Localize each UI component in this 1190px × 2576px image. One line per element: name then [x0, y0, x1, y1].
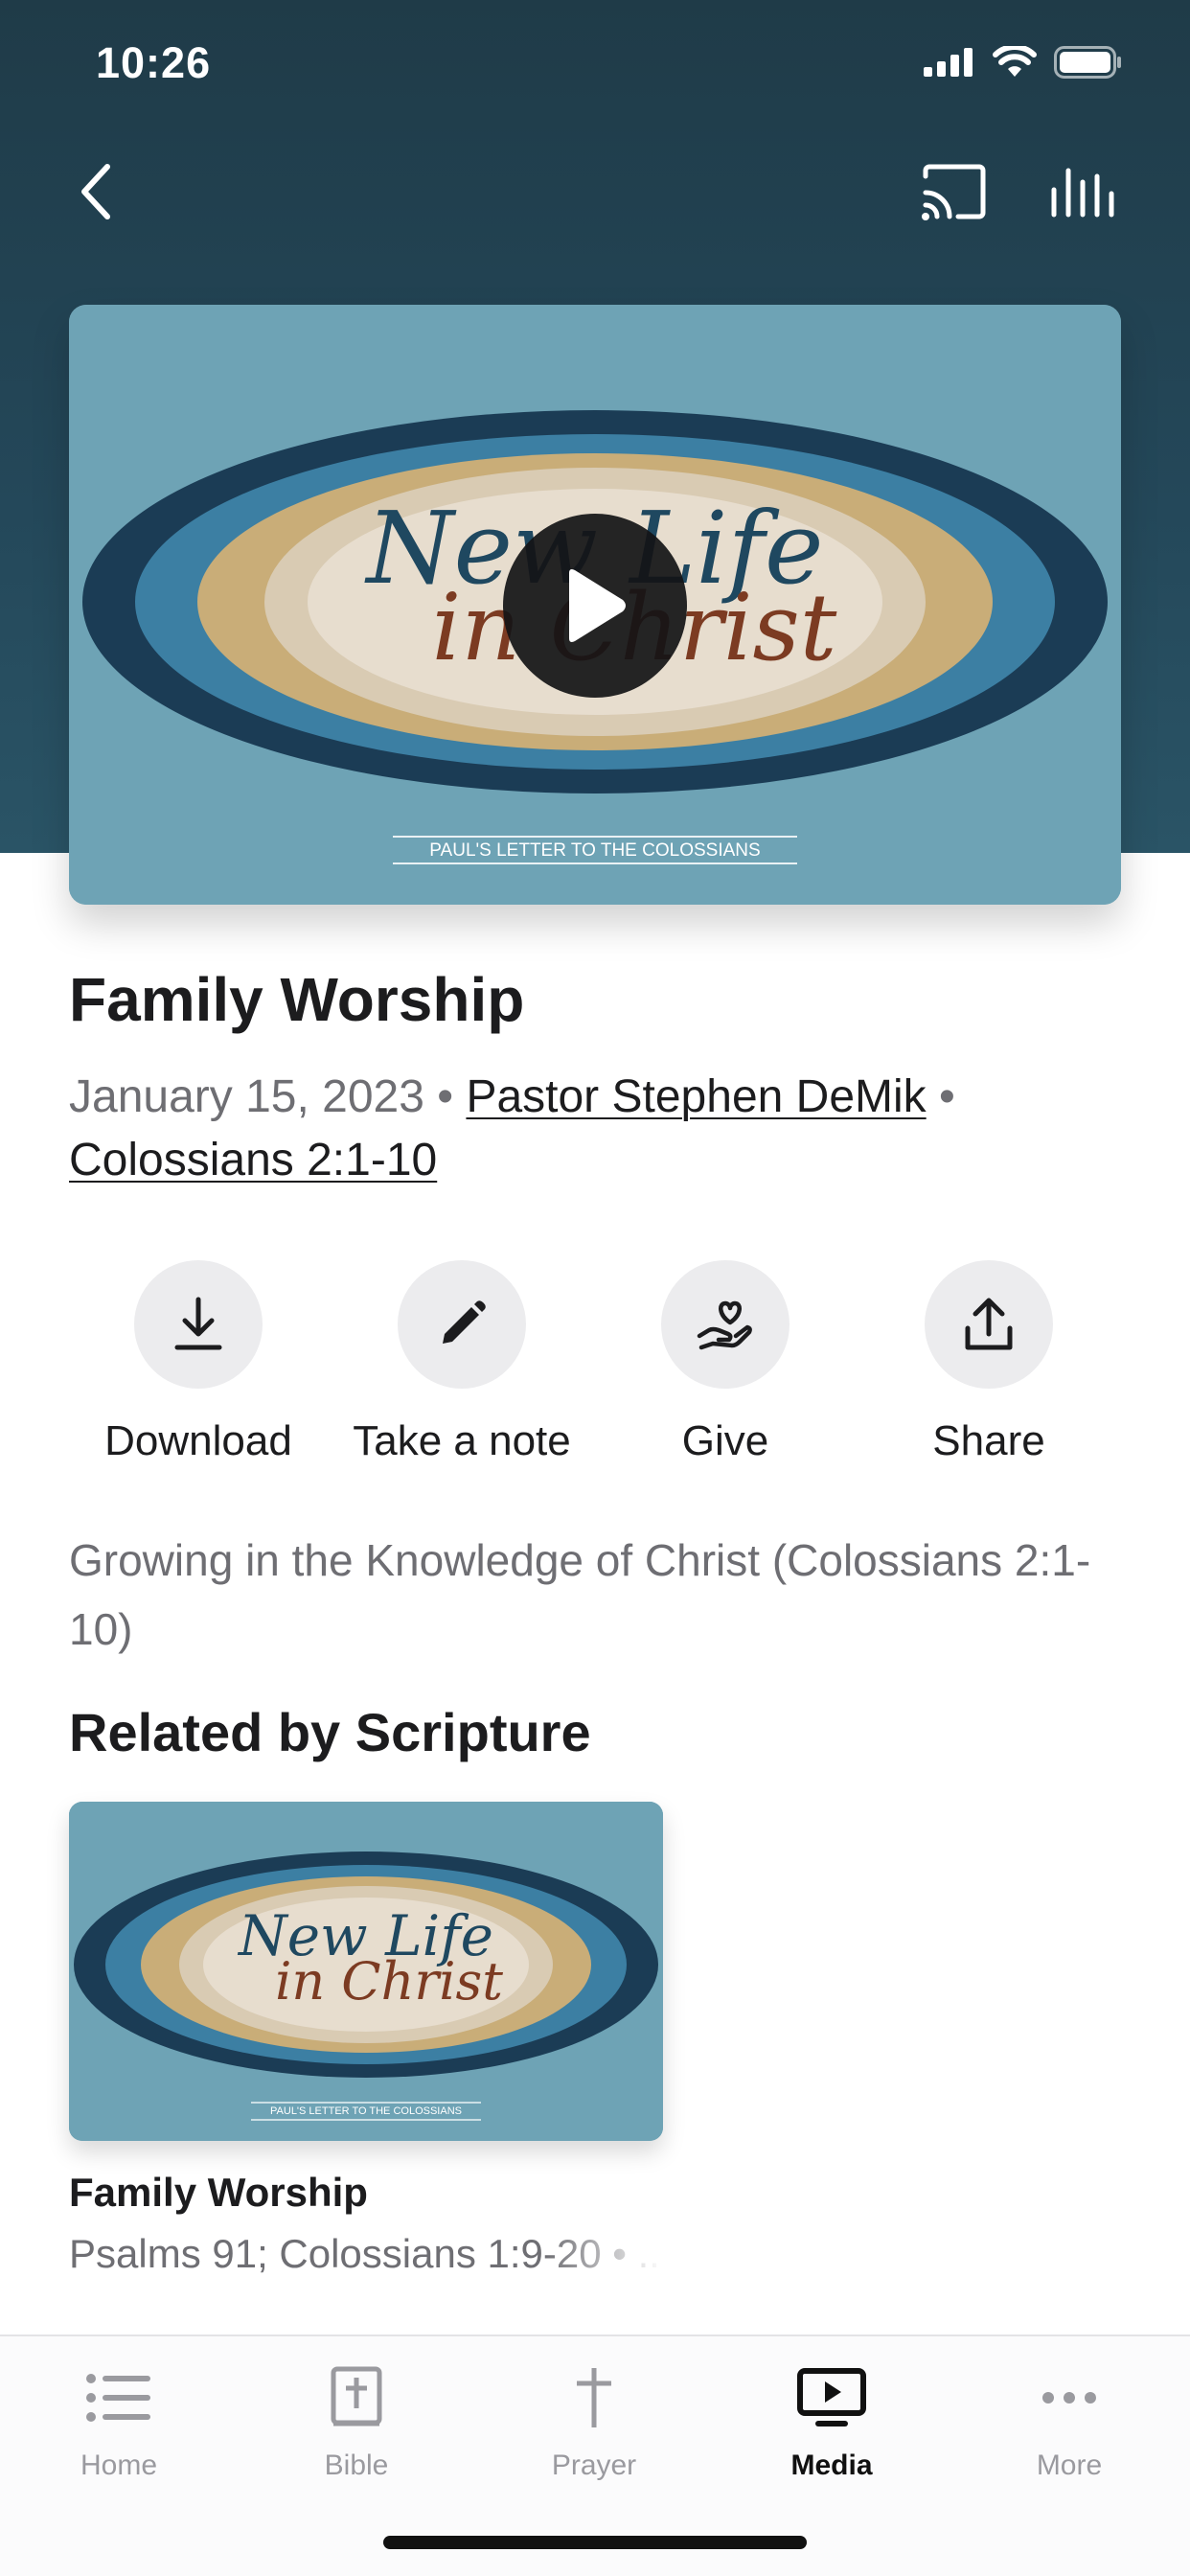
download-label: Download: [104, 1417, 292, 1464]
media-icon: [797, 2368, 866, 2426]
tab-media[interactable]: Media: [713, 2359, 950, 2482]
related-artwork-line2: in Christ: [275, 1951, 503, 2012]
related-artwork: New Life in Christ PAUL'S LETTER TO THE …: [69, 1802, 663, 2141]
meta-separator: •: [423, 1071, 467, 1122]
related-card-title: Family Worship: [69, 2170, 368, 2215]
give-button[interactable]: Give: [596, 1260, 855, 1465]
scripture-link[interactable]: Colossians 2:1-10: [69, 1135, 437, 1185]
share-circle: [925, 1260, 1053, 1389]
give-circle: [661, 1260, 790, 1389]
related-artwork-subtitle: PAUL'S LETTER TO THE COLOSSIANS: [270, 2105, 462, 2117]
list-icon: [86, 2374, 150, 2422]
video-player[interactable]: New Life in Christ PAUL'S LETTER TO THE …: [69, 305, 1121, 905]
battery-icon: [1054, 46, 1121, 79]
play-button[interactable]: [503, 514, 687, 698]
share-label: Share: [932, 1417, 1045, 1464]
related-card[interactable]: New Life in Christ PAUL'S LETTER TO THE …: [69, 1802, 663, 2277]
sermon-meta: January 15, 2023 • Pastor Stephen DeMik …: [69, 1066, 1123, 1192]
related-card-subtitle: Psalms 91; Colossians 1:9-20 • ...: [69, 2231, 663, 2276]
share-icon: [965, 1298, 1013, 1350]
meta-separator: •: [926, 1071, 955, 1122]
tab-home-label: Home: [80, 2450, 158, 2481]
tab-media-label: Media: [790, 2450, 873, 2481]
take-note-circle: [398, 1260, 526, 1389]
sermon-title: Family Worship: [69, 965, 525, 1034]
audio-button[interactable]: [1040, 153, 1126, 230]
tab-more[interactable]: More: [950, 2359, 1188, 2482]
wifi-icon: [993, 46, 1037, 77]
share-button[interactable]: Share: [859, 1260, 1118, 1465]
sermon-date: January 15, 2023: [69, 1071, 424, 1122]
pencil-icon: [443, 1300, 486, 1344]
action-row: Download Take a note Give Share: [69, 1260, 1123, 1471]
download-circle: [134, 1260, 263, 1389]
tab-bible-label: Bible: [324, 2450, 389, 2481]
chevron-left-icon: [81, 164, 110, 219]
status-icons: [924, 46, 1123, 79]
tab-bar: Home Bible Prayer Media More: [0, 2334, 1190, 2576]
tab-prayer[interactable]: Prayer: [475, 2359, 713, 2482]
home-indicator: [383, 2536, 807, 2549]
back-button[interactable]: [57, 153, 134, 230]
related-section-title: Related by Scripture: [69, 1702, 591, 1762]
cast-button[interactable]: [915, 153, 992, 230]
download-icon: [174, 1297, 222, 1350]
audio-bars-icon: [1051, 168, 1114, 218]
tab-more-label: More: [1036, 2450, 1103, 2481]
status-time: 10:26: [96, 38, 212, 87]
speaker-link[interactable]: Pastor Stephen DeMik: [466, 1071, 926, 1122]
download-button[interactable]: Download: [69, 1260, 328, 1465]
take-note-button[interactable]: Take a note: [332, 1260, 591, 1465]
tab-prayer-label: Prayer: [551, 2450, 637, 2481]
status-bar: 10:26: [0, 0, 1190, 134]
bible-icon: [331, 2366, 382, 2426]
take-note-label: Take a note: [353, 1417, 571, 1464]
signal-icon: [924, 48, 973, 77]
top-nav: [0, 144, 1190, 240]
tab-home[interactable]: Home: [0, 2359, 238, 2482]
related-thumbnail: New Life in Christ PAUL'S LETTER TO THE …: [69, 1802, 663, 2141]
cast-icon: [922, 164, 986, 220]
give-label: Give: [681, 1417, 769, 1464]
cross-icon: [577, 2368, 611, 2427]
heart-hand-icon: [697, 1300, 752, 1350]
artwork-subtitle: PAUL'S LETTER TO THE COLOSSIANS: [429, 840, 760, 861]
tab-bible[interactable]: Bible: [238, 2359, 475, 2482]
sermon-description: Growing in the Knowledge of Christ (Colo…: [69, 1535, 1091, 1654]
more-icon: [1042, 2392, 1096, 2404]
play-icon: [569, 569, 626, 642]
